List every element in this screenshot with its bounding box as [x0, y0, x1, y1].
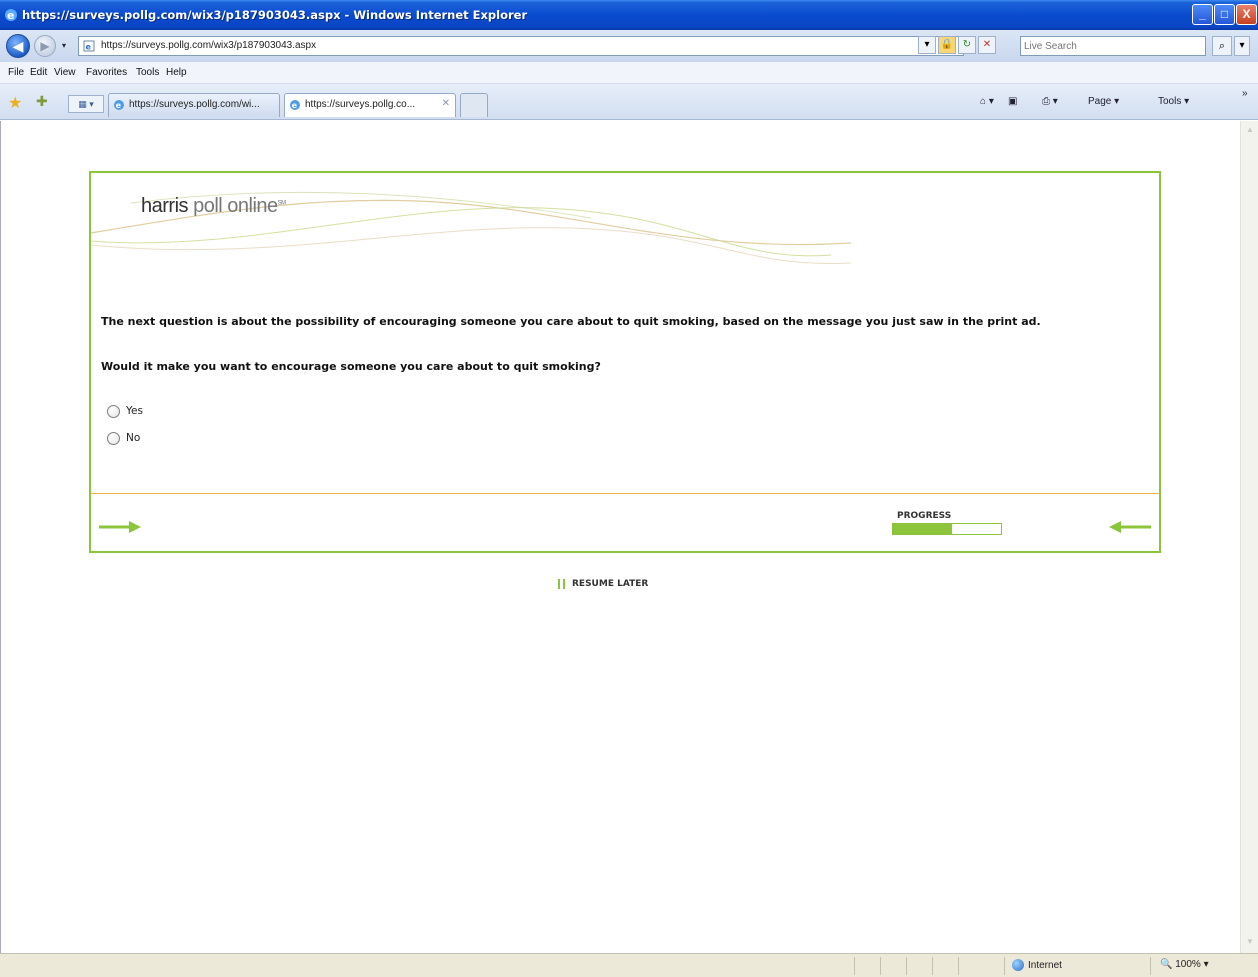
tab-survey-1[interactable]: e https://surveys.pollg.com/wi... — [108, 93, 280, 117]
progress-label: PROGRESS — [897, 511, 952, 521]
recent-pages-dropdown[interactable]: ▾ — [62, 41, 66, 50]
progress-fill — [893, 524, 952, 534]
minimize-button[interactable]: _ — [1192, 4, 1213, 25]
option-yes[interactable]: Yes — [107, 403, 143, 419]
refresh-button[interactable]: ↻ — [958, 36, 976, 54]
menu-help[interactable]: Help — [166, 67, 187, 78]
resume-later-link[interactable]: RESUME LATER — [558, 579, 648, 589]
quick-tabs-button[interactable]: ▦ ▾ — [68, 95, 104, 113]
harris-poll-logo: harris poll onlineSM — [141, 195, 286, 217]
feeds-button[interactable]: ▣ — [1008, 96, 1017, 107]
radio-no[interactable] — [107, 431, 120, 445]
status-divider — [958, 957, 959, 975]
svg-text:e: e — [292, 101, 298, 110]
status-divider — [906, 957, 907, 975]
status-divider — [1004, 957, 1005, 975]
status-divider — [854, 957, 855, 975]
window-title-bar[interactable]: e https://surveys.pollg.com/wix3/p187903… — [0, 0, 1258, 30]
resume-later-label: RESUME LATER — [572, 579, 649, 589]
search-options-button[interactable]: ▾ — [1234, 36, 1250, 56]
live-search-box[interactable] — [1020, 36, 1206, 56]
tab-bar: ★ ✚ ▦ ▾ e https://surveys.pollg.com/wi..… — [0, 84, 1258, 120]
address-dropdown-button[interactable]: ▾ — [918, 36, 936, 54]
close-window-button[interactable]: X — [1236, 4, 1257, 25]
pause-icon — [558, 579, 565, 589]
tab-title: https://surveys.pollg.com/wi... — [129, 99, 260, 110]
address-url: https://surveys.pollg.com/wix3/p18790304… — [101, 40, 317, 51]
question-text: Would it make you want to encourage some… — [101, 360, 601, 373]
option-label: No — [126, 432, 141, 444]
home-button[interactable]: ⌂ ▾ — [980, 96, 994, 107]
forward-button[interactable]: ▶ — [34, 35, 56, 57]
tab-title: https://surveys.pollg.co... — [305, 99, 416, 110]
back-button[interactable]: ◀ — [6, 34, 30, 58]
status-bar: Internet 🔍 100% ▾ — [0, 953, 1258, 977]
globe-icon — [1012, 959, 1024, 971]
page-icon: e — [290, 100, 300, 110]
svg-text:e: e — [86, 43, 92, 52]
radio-yes[interactable] — [107, 404, 120, 418]
internet-explorer-icon: e — [5, 9, 17, 22]
page-icon: e — [83, 40, 95, 52]
window-title: https://surveys.pollg.com/wix3/p18790304… — [22, 8, 528, 22]
vertical-scrollbar[interactable]: ▲ ▼ — [1240, 121, 1258, 953]
menu-edit[interactable]: Edit — [30, 67, 47, 78]
zoom-level[interactable]: 🔍 100% ▾ — [1160, 959, 1209, 970]
zone-label: Internet — [1028, 959, 1062, 971]
status-divider — [1150, 957, 1151, 975]
status-divider — [880, 957, 881, 975]
page-viewport: harris poll onlineSM The next question i… — [0, 121, 1240, 953]
search-button[interactable]: ⌕ — [1212, 36, 1232, 56]
menu-favorites[interactable]: Favorites — [86, 67, 127, 78]
address-field[interactable]: e https://surveys.pollg.com/wix3/p187903… — [78, 36, 964, 56]
tab-survey-2[interactable]: e https://surveys.pollg.co... ✕ — [284, 93, 456, 117]
status-divider — [932, 957, 933, 975]
menu-tools[interactable]: Tools — [136, 67, 159, 78]
page-icon: e — [114, 100, 124, 110]
next-arrow-icon[interactable] — [99, 521, 141, 533]
live-search-input[interactable] — [1024, 38, 1204, 54]
survey-panel: harris poll onlineSM The next question i… — [89, 171, 1161, 553]
address-tools: ▾ 🔒 ↻ ✕ — [918, 36, 996, 56]
tools-menu-button[interactable]: Tools ▾ — [1158, 96, 1189, 107]
menu-view[interactable]: View — [54, 67, 76, 78]
maximize-button[interactable]: □ — [1214, 4, 1235, 25]
forward-arrow-icon: ▶ — [40, 39, 50, 53]
lock-icon[interactable]: 🔒 — [938, 36, 956, 54]
menu-bar: File Edit View Favorites Tools Help — [0, 62, 1258, 84]
close-tab-icon[interactable]: ✕ — [442, 98, 450, 109]
add-favorites-icon[interactable]: ✚ — [36, 93, 48, 110]
question-intro: The next question is about the possibili… — [101, 315, 1041, 328]
back-arrow-icon[interactable] — [1109, 521, 1151, 533]
scroll-down-icon[interactable]: ▼ — [1243, 935, 1257, 949]
print-button[interactable]: ⎙ ▾ — [1042, 96, 1058, 107]
footer-divider — [91, 493, 1159, 494]
svg-text:e: e — [116, 101, 122, 110]
stop-button[interactable]: ✕ — [978, 36, 996, 54]
back-arrow-icon: ◀ — [12, 38, 24, 54]
more-commands-button[interactable]: » — [1242, 88, 1248, 99]
new-tab-button[interactable] — [460, 93, 488, 117]
menu-file[interactable]: File — [8, 67, 24, 78]
scroll-up-icon[interactable]: ▲ — [1243, 123, 1257, 137]
option-label: Yes — [126, 405, 143, 417]
option-no[interactable]: No — [107, 430, 140, 446]
address-bar-row: ◀ ▶ ▾ e https://surveys.pollg.com/wix3/p… — [0, 30, 1258, 62]
progress-bar — [892, 523, 1002, 535]
security-zone[interactable]: Internet — [1012, 959, 1062, 971]
page-menu-button[interactable]: Page ▾ — [1088, 96, 1119, 107]
favorites-star-icon[interactable]: ★ — [8, 93, 22, 113]
svg-text:e: e — [7, 9, 14, 22]
